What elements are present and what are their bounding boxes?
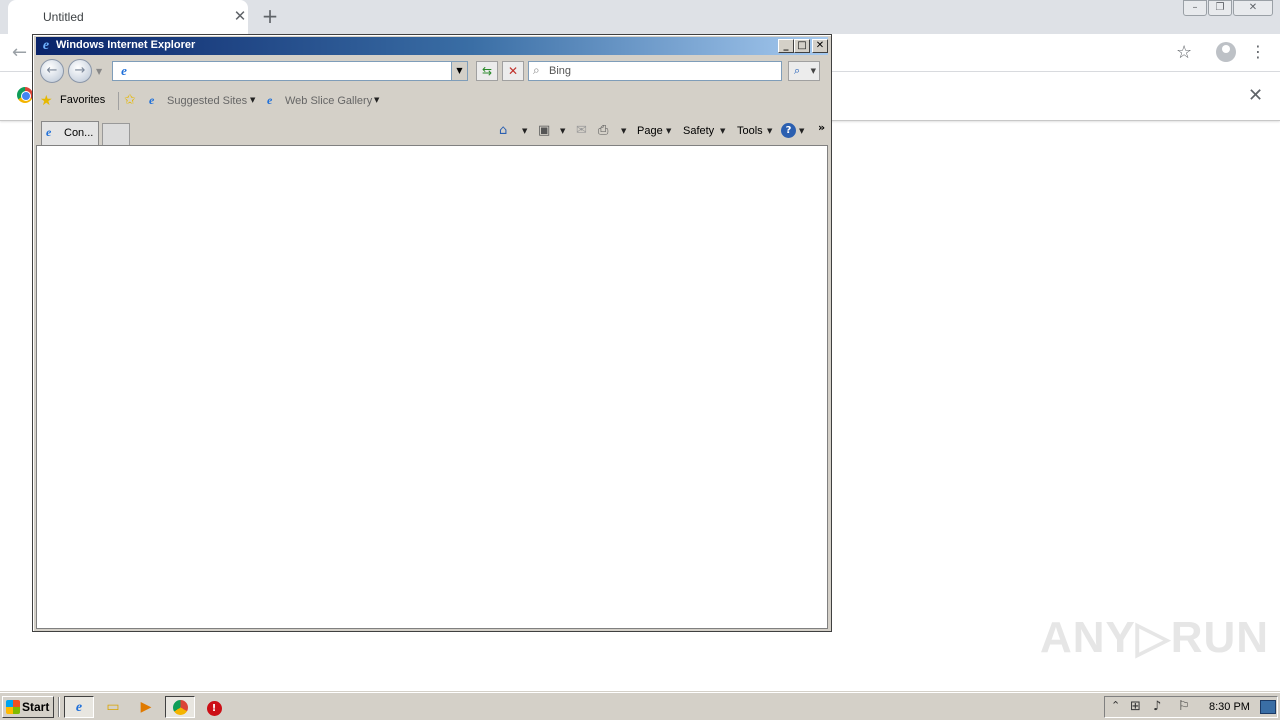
chrome-bookmark-star-icon[interactable]: ☆ (1176, 42, 1192, 63)
ie-page-icon: e (121, 63, 127, 78)
ie-maximize-button[interactable]: □ (794, 39, 810, 53)
chrome-logo-icon (17, 87, 33, 103)
network-icon[interactable]: ⊞ (1130, 699, 1141, 714)
ie-forward-icon[interactable]: → (68, 59, 92, 83)
chrome-new-tab-button[interactable]: + (260, 5, 280, 27)
mail-icon[interactable]: ✉ (576, 123, 587, 138)
ie-tab-label: Con... (64, 127, 94, 139)
chrome-back-icon[interactable]: ← (12, 42, 27, 63)
ie-search-input[interactable] (549, 63, 777, 79)
taskbar-opera-icon[interactable]: ! (199, 696, 229, 718)
ie-content-area[interactable] (36, 145, 828, 629)
taskbar: Start e ▭ ▶ ! ⌃ ⊞ ♪ ⚐ 8:30 PM (0, 692, 1280, 720)
chevron-down-icon[interactable]: ▼ (250, 96, 255, 104)
ie-titlebar[interactable]: e Windows Internet Explorer _ □ ✕ (36, 37, 828, 55)
show-hidden-icons-icon[interactable]: ⌃ (1111, 699, 1120, 712)
page-menu[interactable]: Page (637, 125, 663, 137)
favorites-item-suggested-sites[interactable]: Suggested Sites (167, 95, 247, 107)
system-tray: ⌃ ⊞ ♪ ⚐ 8:30 PM (1104, 696, 1278, 718)
chrome-tab[interactable]: Untitled ✕ (8, 0, 248, 34)
chrome-tab-title: Untitled (43, 10, 84, 24)
favorites-button[interactable]: Favorites (60, 94, 105, 106)
favorites-star-icon[interactable]: ★ (40, 93, 53, 109)
safety-menu[interactable]: Safety (683, 125, 714, 137)
chevron-down-icon: ▼ (810, 67, 816, 75)
start-button[interactable]: Start (2, 696, 54, 718)
chrome-tab-close-icon[interactable]: ✕ (232, 7, 248, 25)
home-icon[interactable]: ⌂ (499, 123, 507, 138)
ie-command-bar: e Con... ⌂ ▼ ▣ ▼ ✉ ⎙ ▼ Page ▼ Safety ▼ T… (36, 119, 828, 145)
chrome-minimize-button[interactable]: – (1183, 0, 1207, 16)
action-center-flag-icon[interactable]: ⚐ (1178, 699, 1190, 714)
ie-search-button[interactable]: ⌕ ▼ (788, 61, 820, 81)
divider (58, 697, 60, 717)
chevron-down-icon[interactable]: ▼ (560, 127, 565, 135)
ie-tab[interactable]: e Con... (41, 121, 99, 145)
rss-icon[interactable]: ▣ (538, 123, 550, 138)
ie-close-button[interactable]: ✕ (812, 39, 828, 53)
ie-stop-icon[interactable]: ✕ (502, 61, 524, 81)
chevron-down-icon[interactable]: ▼ (799, 127, 804, 135)
chrome-infobar-close-icon[interactable]: ✕ (1248, 85, 1263, 106)
chrome-close-button[interactable]: ✕ (1233, 0, 1273, 16)
chrome-restore-button[interactable]: ❐ (1208, 0, 1232, 16)
print-icon[interactable]: ⎙ (598, 123, 608, 138)
ie-address-bar[interactable]: e ▼ (112, 61, 468, 81)
chevron-down-icon[interactable]: ▼ (374, 96, 379, 104)
more-commands-icon[interactable]: » (818, 121, 825, 134)
favorites-item-web-slice-gallery[interactable]: Web Slice Gallery (285, 95, 372, 107)
ie-address-dropdown-icon[interactable]: ▼ (451, 62, 467, 80)
ie-minimize-button[interactable]: _ (778, 39, 794, 53)
chevron-down-icon[interactable]: ▼ (522, 127, 527, 135)
ie-refresh-icon[interactable]: ⇆ (476, 61, 498, 81)
start-label: Start (22, 700, 50, 714)
chrome-tab-strip: Untitled ✕ + – ❐ ✕ (0, 0, 1280, 34)
taskbar-chrome-icon[interactable] (165, 696, 195, 718)
chevron-down-icon[interactable]: ▼ (621, 127, 626, 135)
chevron-down-icon[interactable]: ▼ (720, 127, 725, 135)
add-to-favorites-icon[interactable]: ✩ (124, 92, 136, 108)
clock[interactable]: 8:30 PM (1209, 701, 1250, 713)
volume-icon[interactable]: ♪ (1153, 699, 1161, 714)
ie-back-icon[interactable]: ← (40, 59, 64, 83)
ie-icon: e (149, 93, 155, 107)
ie-new-tab-button[interactable] (102, 123, 130, 145)
ie-navigation-bar: ← → ▼ e ▼ ⇆ ✕ ⌕ ⌕▼ (36, 57, 828, 85)
taskbar-media-player-icon[interactable]: ▶ (131, 696, 161, 718)
taskbar-ie-icon[interactable]: e (64, 696, 94, 718)
ie-search-box[interactable]: ⌕ (528, 61, 782, 81)
show-desktop-button[interactable] (1260, 700, 1276, 714)
chrome-menu-icon[interactable]: ⋮ (1250, 42, 1266, 61)
search-icon: ⌕ (533, 63, 540, 77)
taskbar-folder-icon[interactable]: ▭ (98, 696, 128, 718)
ie-icon: e (46, 125, 52, 139)
ie-window-title: Windows Internet Explorer (56, 39, 196, 51)
ie-favorites-bar: ★ Favorites ✩ e Suggested Sites ▼ e Web … (36, 88, 828, 114)
help-icon[interactable]: ? (781, 123, 796, 138)
chevron-down-icon[interactable]: ▼ (666, 127, 671, 135)
ie-icon: e (267, 93, 273, 107)
ie-history-dropdown-icon[interactable]: ▼ (96, 67, 102, 76)
ie-icon: e (42, 38, 50, 53)
windows-logo-icon (6, 700, 20, 714)
ie-window: e Windows Internet Explorer _ □ ✕ ← → ▼ … (32, 34, 832, 632)
divider (118, 92, 119, 110)
tools-menu[interactable]: Tools (737, 125, 763, 137)
chrome-profile-avatar[interactable] (1216, 42, 1236, 62)
anyrun-watermark: ANY▷RUN (1040, 613, 1270, 662)
chevron-down-icon[interactable]: ▼ (767, 127, 772, 135)
